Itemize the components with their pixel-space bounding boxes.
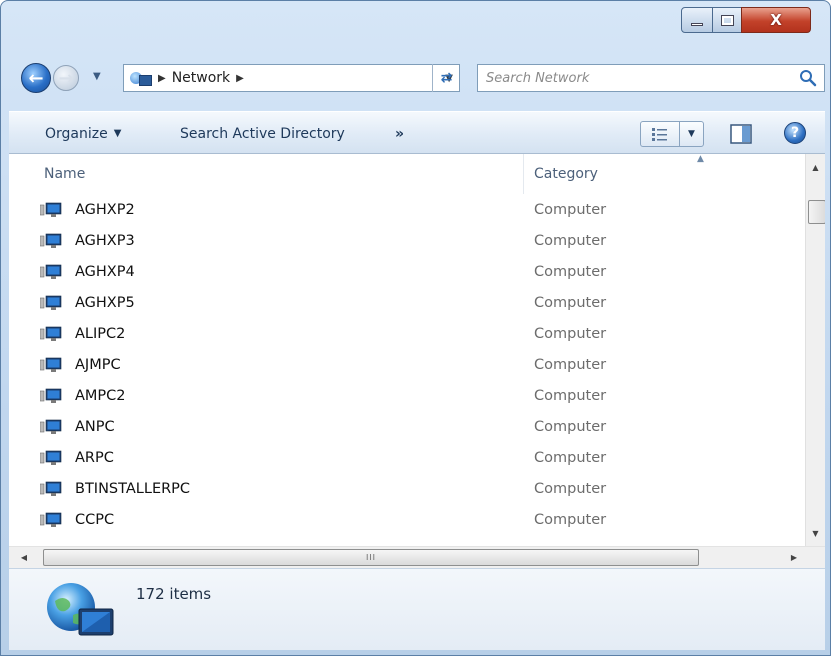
search-icon[interactable] xyxy=(798,68,818,88)
column-header-category[interactable]: Category xyxy=(534,154,598,194)
change-view-button[interactable]: ▼ xyxy=(640,121,704,147)
computer-icon xyxy=(40,481,62,496)
back-arrow-icon: ← xyxy=(28,67,44,89)
preview-pane-icon[interactable] xyxy=(730,124,752,144)
forward-button[interactable]: → xyxy=(53,65,79,91)
scrollbar-corner xyxy=(805,547,825,568)
item-category: Computer xyxy=(534,325,607,342)
list-item[interactable]: ARPC Computer xyxy=(9,442,804,473)
column-header-name[interactable]: Name xyxy=(44,154,85,194)
item-category: Computer xyxy=(534,387,607,404)
search-active-directory-label: Search Active Directory xyxy=(180,125,345,142)
view-dropdown-icon[interactable]: ▼ xyxy=(680,122,703,146)
refresh-button[interactable]: ⇄ xyxy=(432,64,460,92)
horizontal-scroll-thumb[interactable]: III xyxy=(43,549,699,566)
item-category: Computer xyxy=(534,449,607,466)
details-view-icon[interactable] xyxy=(641,122,680,146)
list-item[interactable]: BTINSTALLERPC Computer xyxy=(9,473,804,504)
list-item[interactable]: AGHXP2 Computer xyxy=(9,194,804,225)
details-pane: 172 items xyxy=(9,568,825,650)
search-box[interactable] xyxy=(477,64,825,92)
item-category: Computer xyxy=(534,201,607,218)
network-icon xyxy=(130,70,152,86)
command-bar: Organize ▼ Search Active Directory » ▼ ? xyxy=(9,111,825,154)
list-item[interactable]: CCPC Computer xyxy=(9,504,804,535)
item-category: Computer xyxy=(534,232,607,249)
list-item[interactable]: ALIPC2 Computer xyxy=(9,318,804,349)
network-globe-icon xyxy=(47,583,114,636)
item-category: Computer xyxy=(534,263,607,280)
forward-arrow-icon: → xyxy=(58,67,74,89)
chevron-down-icon: ▼ xyxy=(113,128,122,139)
minimize-icon xyxy=(682,8,712,32)
computer-icon xyxy=(40,357,62,372)
item-name: AGHXP2 xyxy=(75,201,135,218)
item-name: CCPC xyxy=(75,511,115,528)
horizontal-scrollbar[interactable]: ◀ III ▶ xyxy=(9,546,825,568)
computer-icon xyxy=(40,233,62,248)
breadcrumb-network[interactable]: Network xyxy=(172,70,230,86)
item-category: Computer xyxy=(534,418,607,435)
item-category: Computer xyxy=(534,294,607,311)
item-name: ANPC xyxy=(75,418,115,435)
item-name: ARPC xyxy=(75,449,114,466)
organize-menu[interactable]: Organize ▼ xyxy=(45,112,121,155)
refresh-icon: ⇄ xyxy=(440,70,453,86)
vertical-scrollbar[interactable]: ▲ ▼ xyxy=(805,154,825,546)
maximize-icon xyxy=(713,8,741,32)
computer-icon xyxy=(40,512,62,527)
back-button[interactable]: ← xyxy=(21,63,51,93)
item-count: 172 items xyxy=(136,585,212,603)
computer-icon xyxy=(40,388,62,403)
breadcrumb-separator-icon[interactable]: ▶ xyxy=(158,73,166,84)
breadcrumb-separator-icon[interactable]: ▶ xyxy=(236,73,244,84)
item-name: AGHXP3 xyxy=(75,232,135,249)
computer-icon xyxy=(40,326,62,341)
file-list: Name Category ▲ AGHXP2 Computer AGHXP3 Comp… xyxy=(9,154,825,546)
item-category: Computer xyxy=(534,511,607,528)
address-bar[interactable]: ▶ Network ▶ ▼ xyxy=(123,64,460,92)
computer-icon xyxy=(40,419,62,434)
scroll-down-icon[interactable]: ▼ xyxy=(806,524,825,542)
more-commands-button[interactable]: » xyxy=(395,112,404,155)
search-input[interactable] xyxy=(486,69,786,87)
computer-icon xyxy=(40,202,62,217)
list-item[interactable]: AGHXP4 Computer xyxy=(9,256,804,287)
item-category: Computer xyxy=(534,480,607,497)
computer-icon xyxy=(40,450,62,465)
item-name: BTINSTALLERPC xyxy=(75,480,191,497)
list-item[interactable]: ANPC Computer xyxy=(9,411,804,442)
vertical-scroll-thumb[interactable] xyxy=(808,200,825,224)
close-icon: X xyxy=(770,11,782,29)
item-name: AGHXP4 xyxy=(75,263,135,280)
organize-label: Organize xyxy=(45,125,108,142)
list-item[interactable]: AJMPC Computer xyxy=(9,349,804,380)
item-name: AMPC2 xyxy=(75,387,126,404)
computer-icon xyxy=(40,264,62,279)
item-name: AJMPC xyxy=(75,356,121,373)
explorer-window: X ← → ▼ ▶ Network ▶ ▼ ⇄ Organize ▼ Searc… xyxy=(0,0,831,656)
computer-icon xyxy=(40,295,62,310)
more-chevron-icon: » xyxy=(395,125,405,142)
maximize-button[interactable] xyxy=(712,7,742,33)
list-item[interactable]: AMPC2 Computer xyxy=(9,380,804,411)
item-name: ALIPC2 xyxy=(75,325,126,342)
close-button[interactable]: X xyxy=(741,7,811,33)
column-divider[interactable] xyxy=(523,154,524,194)
item-name: AGHXP5 xyxy=(75,294,135,311)
help-icon[interactable]: ? xyxy=(784,122,806,144)
minimize-button[interactable] xyxy=(681,7,713,33)
list-item[interactable]: AGHXP5 Computer xyxy=(9,287,804,318)
scroll-right-icon[interactable]: ▶ xyxy=(785,547,803,568)
list-item[interactable]: AGHXP3 Computer xyxy=(9,225,804,256)
item-category: Computer xyxy=(534,356,607,373)
scroll-left-icon[interactable]: ◀ xyxy=(15,547,33,568)
recent-pages-dropdown[interactable]: ▼ xyxy=(93,71,101,82)
search-active-directory-button[interactable]: Search Active Directory xyxy=(180,112,345,155)
sort-ascending-icon: ▲ xyxy=(697,154,704,164)
scroll-up-icon[interactable]: ▲ xyxy=(806,158,825,176)
